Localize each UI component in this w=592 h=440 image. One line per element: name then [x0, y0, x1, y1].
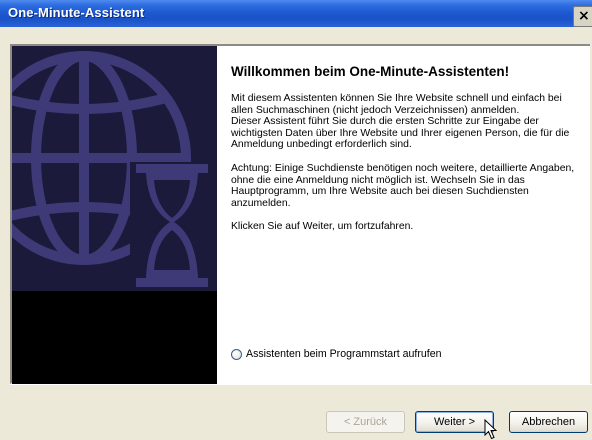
startup-radio-button[interactable] — [231, 348, 242, 360]
mouse-pointer-icon — [484, 419, 498, 440]
side-image — [12, 46, 217, 384]
window-title: One-Minute-Assistent — [8, 5, 145, 20]
back-button[interactable]: < Zurück — [326, 411, 405, 433]
welcome-heading: Willkommen beim One-Minute-Assistenten! — [231, 64, 510, 79]
warning-paragraph: Achtung: Einige Suchdienste benötigen no… — [231, 162, 575, 209]
wizard-window: One-Minute-Assistent × Willkommen beim O… — [0, 0, 592, 440]
cancel-button[interactable]: Abbrechen — [509, 411, 588, 433]
continue-hint: Klicken Sie auf Weiter, um fortzufahren. — [231, 221, 414, 233]
startup-radio-label: Assistenten beim Programmstart aufrufen — [246, 348, 442, 360]
globe-hourglass-icon — [12, 46, 217, 384]
next-button[interactable]: Weiter > — [415, 411, 494, 433]
welcome-text-area: Willkommen beim One-Minute-Assistenten! … — [231, 64, 583, 233]
intro-paragraph: Mit diesem Assistenten können Sie Ihre W… — [231, 93, 562, 116]
content-panel: Willkommen beim One-Minute-Assistenten! … — [10, 44, 590, 384]
steps-paragraph: Dieser Assistent führt Sie durch die ers… — [231, 116, 570, 151]
button-separator — [10, 384, 592, 385]
close-button[interactable]: × — [573, 6, 592, 27]
startup-radio-option[interactable]: Assistenten beim Programmstart aufrufen — [231, 348, 441, 360]
title-bar[interactable]: One-Minute-Assistent × — [0, 0, 592, 27]
